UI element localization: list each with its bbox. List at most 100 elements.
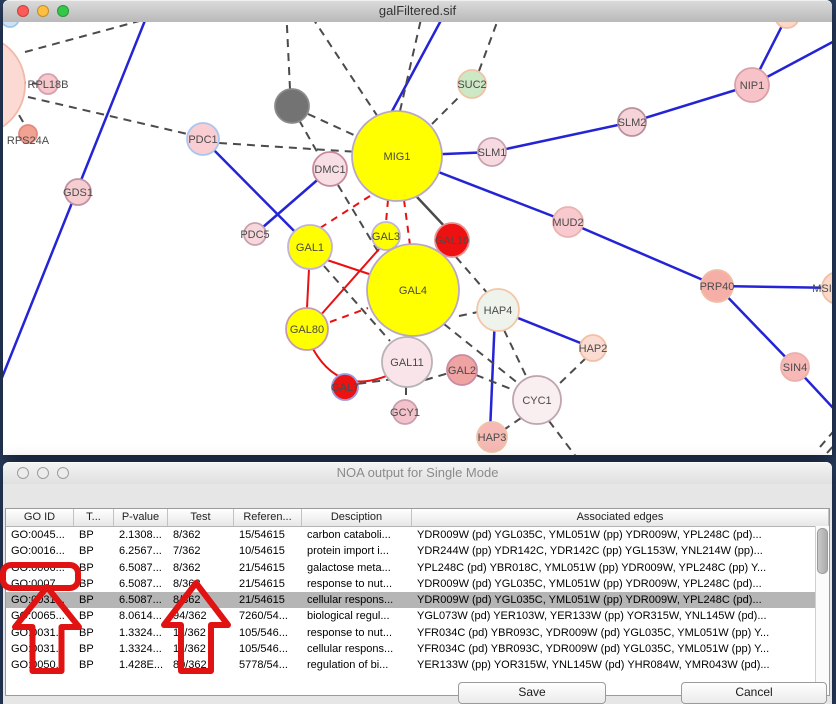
table-header-row: GO IDT...P-valueTestReferen...Desciption…: [6, 509, 829, 527]
graph-edge-dashed: [505, 418, 521, 429]
cell-p_value: 1.3324...: [114, 641, 168, 657]
table-row[interactable]: GO:0031...BP6.5087...8/36221/54615cellul…: [6, 592, 829, 608]
cell-p_value: 6.5087...: [114, 592, 168, 608]
cell-type: BP: [74, 625, 114, 641]
cell-reference: 15/54615: [234, 527, 302, 543]
graph-node-label: NIP1: [740, 80, 764, 92]
cell-description: cellular respons...: [302, 592, 412, 608]
cell-description: cellular respons...: [302, 641, 412, 657]
desktop: galFiltered.sif RPL18BRPS24AGDS1PDC1PDC5…: [0, 0, 836, 704]
graph-node-label: GAL1: [296, 242, 324, 254]
table-row[interactable]: GO:0065...BP8.0614...94/3627260/54...bio…: [6, 608, 829, 624]
cell-edges: YDR009W (pd) YGL035C, YML051W (pp) YDR00…: [412, 576, 829, 592]
cell-reference: 7260/54...: [234, 608, 302, 624]
cell-edges: YDR009W (pd) YGL035C, YML051W (pp) YDR00…: [412, 592, 829, 608]
cell-go_id: GO:0006...: [6, 560, 74, 576]
graph-edge-dark: [417, 197, 447, 229]
graph-node-label: GAL10: [435, 235, 469, 247]
graph-node-label: GAL2: [448, 365, 476, 377]
graph-node-label: GAL7: [331, 382, 359, 394]
cancel-button[interactable]: Cancel: [681, 682, 827, 704]
graph-node-label: PRP40: [700, 281, 735, 293]
graph-edge-blue: [568, 222, 717, 286]
table-row[interactable]: GO:0050...BP1.428E...80/3625778/54...reg…: [6, 657, 829, 673]
table-row[interactable]: GO:0007...BP6.5087...8/36221/54615respon…: [6, 576, 829, 592]
graph-node-label: HAP3: [478, 432, 507, 444]
noa-output-window: NOA output for Single Mode GO IDT...P-va…: [3, 462, 832, 704]
graph-node-node-gray[interactable]: [275, 89, 309, 123]
save-button[interactable]: Save: [458, 682, 606, 704]
cell-p_value: 1.3324...: [114, 625, 168, 641]
graph-node-node-top-left-blue[interactable]: [3, 22, 19, 27]
cell-edges: YFR034C (pd) YBR093C, YDR009W (pd) YGL03…: [412, 641, 829, 657]
graph-node-label: GAL4: [399, 285, 427, 297]
graph-node-label: MIG1: [384, 151, 411, 163]
cell-description: biological regul...: [302, 608, 412, 624]
graph-node-node-top-right-peach[interactable]: [775, 22, 799, 28]
cell-test: 11/362: [168, 625, 234, 641]
graph-node-label: SLM2: [618, 117, 647, 129]
graph-edge-dashed: [549, 421, 577, 455]
noa-window-titlebar[interactable]: NOA output for Single Mode: [3, 462, 832, 485]
graph-edge-dashed: [306, 22, 378, 117]
graph-node-label: SUC2: [457, 79, 486, 91]
cell-description: carbon cataboli...: [302, 527, 412, 543]
graph-node-label: DMC1: [314, 164, 345, 176]
graph-window: galFiltered.sif RPL18BRPS24AGDS1PDC1PDC5…: [3, 0, 832, 455]
graph-edge-dashed: [286, 22, 290, 89]
table-row[interactable]: GO:0031...BP1.3324...11/362105/546...res…: [6, 625, 829, 641]
cell-edges: YDR244W (pp) YDR142C, YDR142C (pp) YGL15…: [412, 543, 829, 559]
cell-test: 8/362: [168, 560, 234, 576]
scrollbar-thumb[interactable]: [817, 528, 828, 574]
graph-node-label: RPS24A: [7, 135, 50, 147]
cell-reference: 105/546...: [234, 625, 302, 641]
graph-node-label: CYC1: [522, 395, 551, 407]
column-header-test[interactable]: Test: [168, 509, 234, 526]
cell-test: 80/362: [168, 657, 234, 673]
graph-edge-dashed: [827, 436, 832, 453]
cell-go_id: GO:0016...: [6, 543, 74, 559]
graph-edge-dashed: [504, 330, 527, 378]
cell-go_id: GO:0065...: [6, 608, 74, 624]
cell-reference: 21/54615: [234, 576, 302, 592]
column-header-desciption[interactable]: Desciption: [302, 509, 412, 526]
column-header-referen-[interactable]: Referen...: [234, 509, 302, 526]
cell-reference: 5778/54...: [234, 657, 302, 673]
graph-edge-dashed: [820, 426, 832, 447]
graph-window-titlebar[interactable]: galFiltered.sif: [3, 0, 832, 23]
graph-edge-dashed: [432, 95, 461, 124]
cell-p_value: 6.5087...: [114, 576, 168, 592]
network-canvas[interactable]: RPL18BRPS24AGDS1PDC1PDC5DMC1MIG1SUC2SLM1…: [3, 22, 832, 455]
table-row[interactable]: GO:0016...BP6.2567...7/36210/54615protei…: [6, 543, 829, 559]
column-header-go-id[interactable]: GO ID: [6, 509, 74, 526]
graph-edge-dashed: [299, 120, 320, 157]
cell-edges: YDR009W (pd) YGL035C, YML051W (pp) YDR00…: [412, 527, 829, 543]
cell-test: 94/362: [168, 608, 234, 624]
graph-node-label: GDS1: [63, 187, 93, 199]
graph-edge-blue: [492, 122, 632, 152]
column-header-p-value[interactable]: P-value: [114, 509, 168, 526]
cell-test: 8/362: [168, 592, 234, 608]
cell-reference: 10/54615: [234, 543, 302, 559]
graph-edge-red_dashed: [404, 200, 410, 245]
table-row[interactable]: GO:0031...BP1.3324...11/362105/546...cel…: [6, 641, 829, 657]
vertical-scrollbar[interactable]: [815, 526, 829, 695]
cell-type: BP: [74, 641, 114, 657]
graph-edge-blue: [390, 22, 452, 115]
graph-node-label: HAP2: [579, 343, 608, 355]
graph-edge-red: [307, 269, 309, 308]
cell-type: BP: [74, 543, 114, 559]
graph-edge-dashed: [219, 143, 358, 152]
cell-type: BP: [74, 592, 114, 608]
column-header-t-[interactable]: T...: [74, 509, 114, 526]
table-row[interactable]: GO:0006...BP6.5087...8/36221/54615galact…: [6, 560, 829, 576]
graph-node-label: PDC5: [240, 229, 269, 241]
cell-p_value: 8.0614...: [114, 608, 168, 624]
cell-type: BP: [74, 527, 114, 543]
results-table: GO IDT...P-valueTestReferen...Desciption…: [5, 508, 830, 696]
graph-node-label: GCY1: [390, 407, 420, 419]
cell-edges: YPL248C (pd) YBR018C, YML051W (pp) YDR00…: [412, 560, 829, 576]
column-header-associated-edges[interactable]: Associated edges: [412, 509, 829, 526]
table-row[interactable]: GO:0045...BP2.1308...8/36215/54615carbon…: [6, 527, 829, 543]
graph-node-label: GAL11: [390, 357, 423, 369]
